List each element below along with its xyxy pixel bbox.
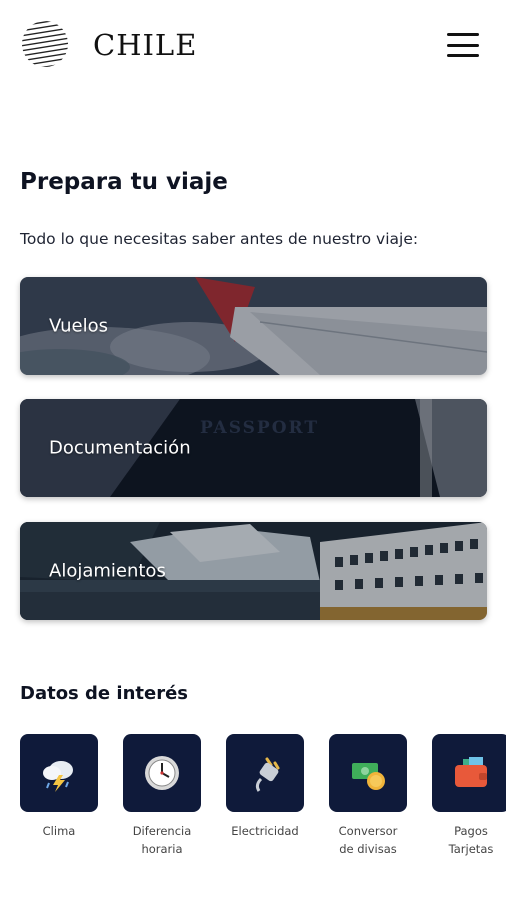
page-subtitle: Todo lo que necesitas saber antes de nue… bbox=[20, 230, 419, 248]
tile-icon-box bbox=[329, 734, 407, 812]
wallet-icon bbox=[455, 757, 487, 787]
tile-label: Clima bbox=[42, 824, 76, 838]
tile-pagos-tarjetas[interactable]: Pagos Tarjetas bbox=[432, 734, 506, 858]
tile-conversor-divisas[interactable]: Conversor de divisas bbox=[329, 734, 407, 858]
logo-text: CHILE bbox=[93, 28, 198, 62]
tile-icon-box bbox=[123, 734, 201, 812]
money-icon bbox=[352, 763, 385, 790]
tile-label: Pagos Tarjetas bbox=[448, 824, 494, 856]
card-documentacion[interactable]: PASSPORT Documentación bbox=[20, 399, 487, 497]
app-header: CHILE bbox=[0, 0, 506, 90]
card-alojamientos[interactable]: Alojamientos bbox=[20, 522, 487, 620]
tile-electricidad[interactable]: Electricidad bbox=[226, 734, 304, 840]
datos-tiles-row: Clima Diferencia horaria Electricidad Co… bbox=[20, 734, 506, 874]
clock-icon bbox=[145, 756, 179, 790]
tile-label: Diferencia horaria bbox=[132, 824, 192, 856]
page-title: Prepara tu viaje bbox=[20, 169, 228, 195]
tile-icon-box bbox=[226, 734, 304, 812]
tile-icon-box bbox=[20, 734, 98, 812]
tile-label: Electricidad bbox=[231, 824, 299, 838]
card-label: Vuelos bbox=[49, 315, 108, 337]
card-label: Alojamientos bbox=[49, 560, 166, 582]
tile-label: Conversor de divisas bbox=[338, 824, 398, 856]
tile-clima[interactable]: Clima bbox=[20, 734, 98, 840]
card-label: Documentación bbox=[49, 437, 191, 459]
card-vuelos[interactable]: Vuelos bbox=[20, 277, 487, 375]
hamburger-menu-button[interactable] bbox=[447, 33, 479, 57]
logo-icon bbox=[22, 21, 68, 67]
weather-storm-icon bbox=[43, 761, 73, 792]
tile-icon-box bbox=[432, 734, 506, 812]
tile-diferencia-horaria[interactable]: Diferencia horaria bbox=[123, 734, 201, 858]
plug-icon bbox=[255, 757, 280, 792]
hamburger-icon bbox=[447, 33, 479, 36]
datos-section-title: Datos de interés bbox=[20, 683, 188, 704]
